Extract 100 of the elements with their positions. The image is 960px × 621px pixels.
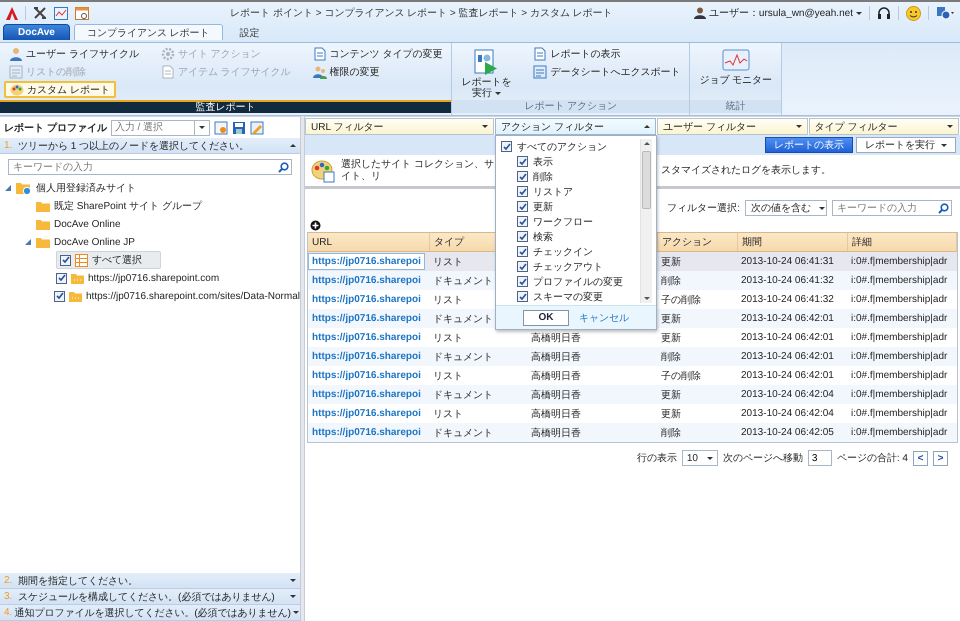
cancel-link[interactable]: キャンセル [579, 310, 629, 324]
checkbox[interactable] [60, 254, 71, 266]
option-label[interactable]: チェックイン [533, 244, 593, 258]
step-header[interactable]: 2. 期間を指定してください。 [0, 573, 300, 589]
tree-item[interactable]: https://jp0716.sharepoint.com [88, 272, 220, 284]
help-icon[interactable] [936, 6, 954, 20]
url-link[interactable]: https://jp0716.sharepoi [308, 405, 425, 422]
dropdown-button[interactable] [194, 120, 210, 136]
app-button[interactable]: DocAve [3, 24, 70, 40]
user-menu[interactable]: ユーザー：ursula_wn@yeah.net [694, 6, 862, 20]
url-link[interactable]: https://jp0716.sharepoi [308, 424, 425, 441]
search-icon[interactable] [278, 162, 289, 172]
report-run-icon [474, 49, 498, 75]
checkbox[interactable] [517, 231, 528, 242]
checkbox[interactable] [517, 216, 528, 227]
page-field[interactable]: 3 [808, 450, 832, 466]
checkbox[interactable] [517, 276, 528, 287]
tree-item[interactable]: 既定 SharePoint サイト グループ [54, 199, 202, 213]
column-header[interactable]: URL [308, 233, 430, 251]
option-label[interactable]: すべてのアクション [517, 140, 607, 154]
tools-icon[interactable] [33, 6, 47, 20]
expand-toggle[interactable] [4, 185, 12, 191]
rows-select[interactable]: 10 [682, 450, 718, 466]
calendar-icon[interactable] [75, 6, 89, 20]
step-header[interactable]: 4. 通知プロファイルを選択してください。(必須ではありません) [0, 605, 300, 621]
tree-item[interactable]: DocAve Online [54, 218, 121, 230]
url-link[interactable]: https://jp0716.sharepoi [308, 329, 425, 346]
checkbox[interactable] [501, 141, 512, 152]
ribbon-button[interactable]: カスタム レポート [4, 81, 116, 98]
option-label[interactable]: 検索 [533, 230, 553, 244]
previous-page-button[interactable]: < [913, 450, 928, 466]
url-link[interactable]: https://jp0716.sharepoi [308, 272, 425, 289]
save-icon[interactable] [232, 120, 246, 134]
step-header[interactable]: 3. スケジュールを構成してください。(必須ではありません) [0, 589, 300, 605]
option-label[interactable]: 削除 [533, 170, 553, 184]
next-page-button[interactable]: > [933, 450, 948, 466]
tree-item[interactable]: すべて選択 [92, 253, 142, 267]
profile-combo[interactable]: 入力 / 選択 [110, 120, 195, 136]
show-report-button[interactable]: レポートの表示 [765, 137, 853, 153]
search-field[interactable]: キーワードの入力 [8, 159, 292, 175]
table-cell-text: 2013-10-24 06:41:31 [740, 256, 835, 267]
option-label[interactable]: リストア [533, 184, 573, 198]
checkbox[interactable] [517, 201, 528, 212]
url-link[interactable]: https://jp0716.sharepoi [308, 367, 425, 384]
table-cell-text: 2013-10-24 06:42:04 [740, 389, 835, 400]
filter-dropdown[interactable]: ユーザー フィルター [657, 118, 808, 135]
checkbox[interactable] [54, 290, 65, 302]
table-cell-text: 2013-10-24 06:42:01 [740, 332, 835, 343]
palette-icon [10, 82, 24, 96]
ribbon-large-button[interactable]: レポートを 実行 [456, 45, 516, 98]
option-label[interactable]: ワークフロー [533, 214, 593, 228]
checkbox[interactable] [517, 291, 528, 302]
column-header[interactable]: 詳細 [848, 233, 957, 251]
option-label[interactable]: チェックアウト [533, 260, 603, 274]
condition-select[interactable]: 次の値を含む [745, 200, 827, 216]
chart-icon[interactable] [54, 6, 68, 20]
tree-item[interactable]: https://jp0716.sharepoint.com/sites/Data-Normal [86, 290, 300, 302]
filter-dropdown[interactable]: アクション フィルター [495, 118, 656, 135]
ok-button[interactable]: OK [523, 310, 569, 326]
filter-dropdown[interactable]: タイプ フィルター [808, 118, 959, 135]
option-label[interactable]: 表示 [533, 154, 553, 168]
checkbox[interactable] [517, 246, 528, 257]
checkbox[interactable] [517, 186, 528, 197]
checkbox[interactable] [517, 156, 528, 167]
ribbon-large-button[interactable]: ジョブ モニター [694, 45, 778, 98]
smiley-icon[interactable] [906, 6, 921, 20]
step-header[interactable]: 1. ツリーから 1 つ以上のノードを選択してください。 [0, 138, 300, 154]
option-label[interactable]: 更新 [533, 200, 553, 214]
ribbon-button[interactable]: 権限の変更 [308, 63, 385, 80]
headset-icon[interactable] [877, 6, 891, 20]
url-link[interactable]: https://jp0716.sharepoi [308, 386, 425, 403]
url-link[interactable]: https://jp0716.sharepoi [308, 310, 425, 327]
ribbon-button[interactable]: データシートへエクスポート [528, 63, 686, 80]
checkbox[interactable] [56, 272, 67, 284]
expand-toggle[interactable] [24, 239, 32, 245]
column-header[interactable]: アクション [658, 233, 738, 251]
ribbon-button[interactable]: コンテンツ タイプの変更 [308, 45, 448, 62]
ribbon-button[interactable]: レポートの表示 [528, 45, 626, 62]
checkbox[interactable] [517, 261, 528, 272]
run-report-button[interactable]: レポートを実行 [856, 137, 956, 153]
add-icon[interactable] [310, 220, 321, 231]
tab[interactable]: コンプライアンス レポート [74, 24, 223, 40]
url-link[interactable]: https://jp0716.sharepoi [308, 253, 425, 270]
filter-dropdown[interactable]: URL フィルター [305, 118, 494, 135]
search-field[interactable]: キーワードの入力 [832, 200, 952, 216]
search-icon[interactable] [938, 202, 949, 214]
url-link[interactable]: https://jp0716.sharepoi [308, 348, 425, 365]
option-label[interactable]: プロファイルの変更 [533, 274, 623, 288]
scroll-bar[interactable] [640, 139, 652, 303]
table-cell-text: ドキュメント [432, 274, 494, 288]
tree-item[interactable]: 個人用登録済みサイト [36, 181, 136, 195]
ribbon-button[interactable]: ユーザー ライフサイクル [4, 45, 144, 62]
column-header[interactable]: 期間 [738, 233, 848, 251]
url-link[interactable]: https://jp0716.sharepoi [308, 291, 425, 308]
checkbox[interactable] [517, 171, 528, 182]
tab[interactable]: 設定 [226, 24, 273, 40]
settings-icon[interactable] [214, 120, 228, 134]
edit-icon[interactable] [250, 120, 264, 134]
option-label[interactable]: スキーマの変更 [533, 290, 603, 304]
tree-item[interactable]: DocAve Online JP [54, 236, 135, 248]
